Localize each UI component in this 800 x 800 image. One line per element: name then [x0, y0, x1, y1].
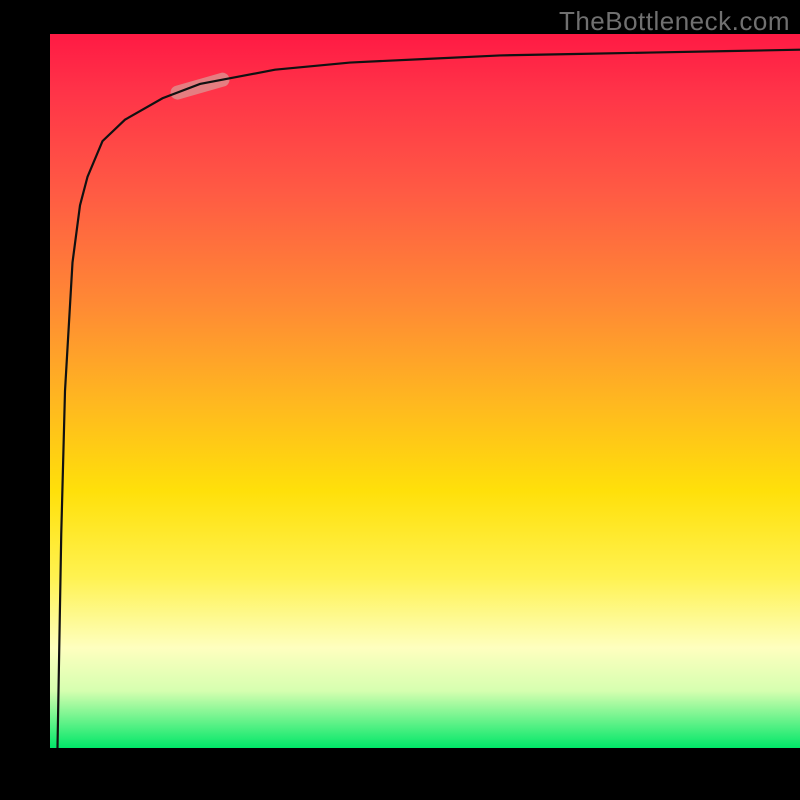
chart-plot-area	[50, 34, 800, 748]
chart-frame	[0, 0, 800, 800]
curve-line	[58, 50, 800, 748]
chart-svg	[50, 34, 800, 748]
watermark-text: TheBottleneck.com	[559, 6, 790, 37]
chart-stage: TheBottleneck.com	[0, 0, 800, 800]
